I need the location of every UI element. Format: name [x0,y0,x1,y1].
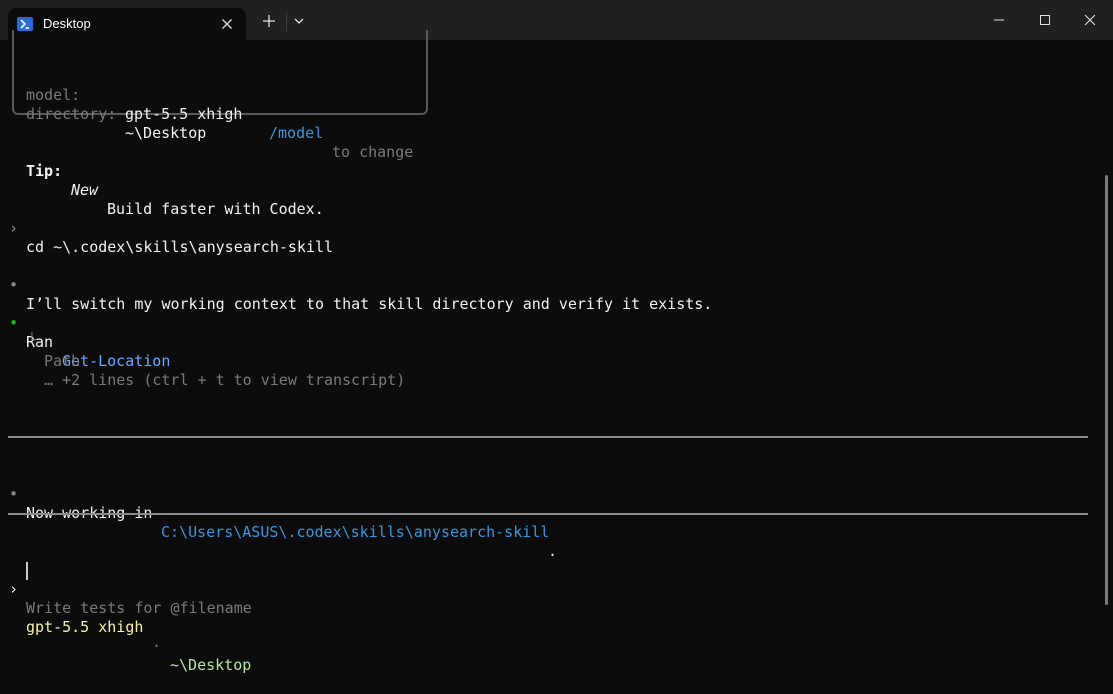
tool-output-path: Path [44,352,81,370]
divider [8,436,1088,438]
tab-dropdown-button[interactable] [288,10,310,32]
tool-tree-row: └ [0,312,36,348]
bullet-icon: • [9,485,19,503]
plus-icon [263,15,275,27]
status-model: gpt-5.5 xhigh [26,618,144,636]
powershell-icon [17,17,33,31]
directory-value: ~\Desktop [125,124,207,142]
model-value: gpt-5.5 xhigh [125,105,243,123]
assistant-message-row: • I’ll switch my working context to that… [0,257,712,313]
assistant-message: I’ll switch my working context to that s… [26,295,713,313]
minimize-button[interactable] [976,0,1022,40]
user-command: cd ~\.codex\skills\anysearch-skill [26,238,334,256]
tool-output-more-row: … +2 lines (ctrl + t to view transcript) [0,352,405,389]
tool-output-truncated: … +2 lines (ctrl + t to view transcript) [44,371,406,389]
status-directory: ~\Desktop [170,656,252,674]
final-path-link[interactable]: C:\Users\ASUS\.codex\skills\anysearch-sk… [161,523,549,542]
prompt-chevron-icon: › [9,219,19,237]
text-cursor [26,562,28,580]
info-directory-row: directory: ~\Desktop [0,86,206,142]
close-window-button[interactable] [1067,0,1113,40]
chevron-down-icon [294,18,304,24]
directory-label: directory: [26,105,117,123]
status-separator: · [152,637,162,655]
tool-output-row: Path [0,333,80,370]
toolbar-separator [286,13,287,31]
final-message-row: • Now working in C:\Users\ASUS\.codex\sk… [0,466,557,560]
tip-row: Tip: New Build faster with Codex. [0,143,324,218]
user-message-row: › cd ~\.codex\skills\anysearch-skill [0,200,333,256]
tip-label: Tip: [26,162,63,180]
composer-chevron-icon: › [9,580,19,598]
composer-row[interactable]: › Write tests for @filename [0,561,252,617]
minimize-icon [994,19,1004,21]
maximize-icon [1040,15,1050,25]
bullet-icon: • [9,276,19,294]
terminal-pane[interactable]: model: gpt-5.5 xhigh /model to change di… [0,30,1113,674]
new-tab-button[interactable] [258,10,280,32]
scrollbar[interactable] [1105,175,1108,605]
tip-new-label: New [71,181,99,199]
model-command: /model [269,124,324,142]
divider [8,513,1088,515]
close-window-icon [1084,14,1096,26]
model-hint: to change [332,143,414,161]
maximize-button[interactable] [1022,0,1068,40]
status-line: gpt-5.5 xhigh · ~\Desktop [0,599,251,674]
tip-text: Build faster with Codex. [107,200,324,218]
info-model-row: model: gpt-5.5 xhigh /model to change [0,67,413,161]
final-message-suffix: . [548,542,558,560]
composer-input[interactable]: Write tests for @filename [26,599,252,618]
